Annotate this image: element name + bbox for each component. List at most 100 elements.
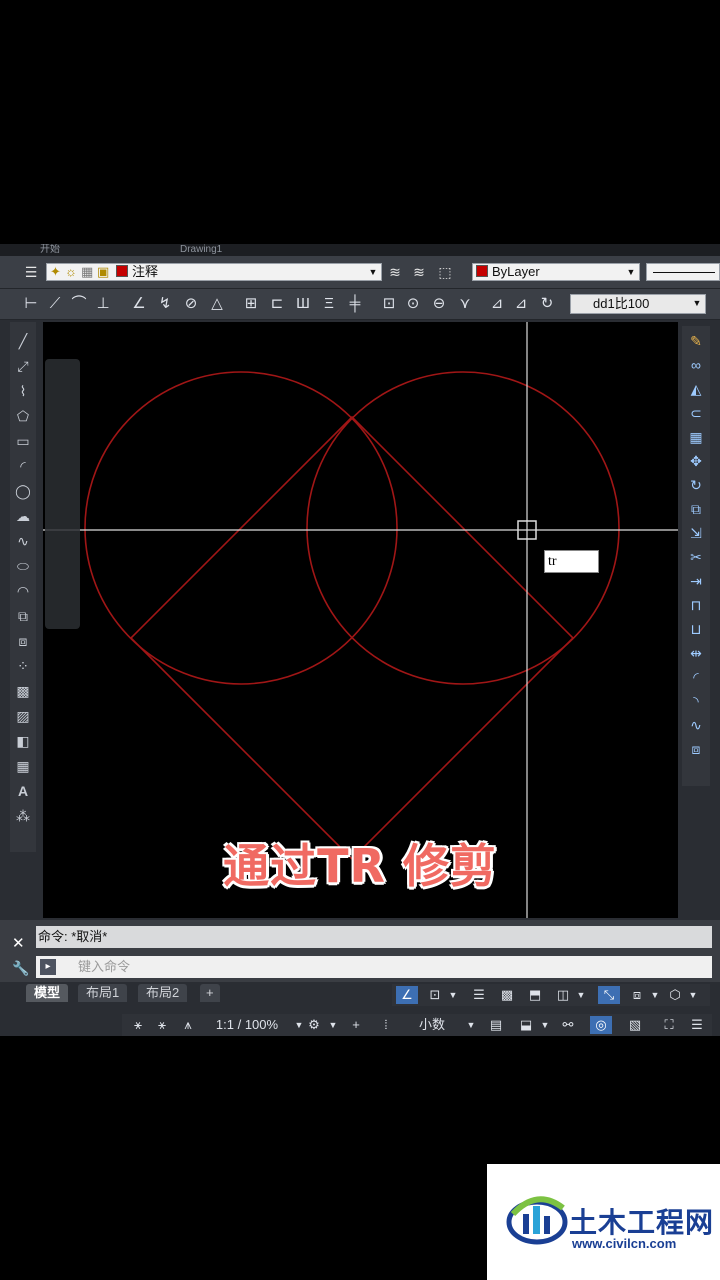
explode-icon[interactable]: ⧈: [687, 740, 705, 758]
tab-layout1[interactable]: 布局1: [78, 984, 128, 1002]
dynamic-ucs-icon[interactable]: ⤡: [598, 986, 620, 1004]
region-icon[interactable]: ◧: [14, 732, 32, 750]
dim-style-dropdown[interactable]: dd1比100 ▼: [570, 294, 706, 314]
annotation-visibility-icon[interactable]: ⚹: [128, 1016, 148, 1034]
angular-dim-icon[interactable]: △: [208, 295, 226, 313]
isolate-objects-icon[interactable]: ⚯: [558, 1016, 578, 1034]
chevron-down-icon[interactable]: ▼: [448, 986, 458, 1004]
quick-properties-icon[interactable]: ▤: [486, 1016, 506, 1034]
jogged-linear-icon[interactable]: ⋎: [456, 295, 474, 313]
continue-dim-icon[interactable]: Ш: [294, 295, 312, 313]
aligned-dim-icon[interactable]: ⟋: [46, 295, 64, 313]
tab-drawing1[interactable]: Drawing1: [180, 244, 222, 256]
command-input[interactable]: 键入命令: [36, 956, 712, 978]
annotation-scale-icon[interactable]: ⩚: [178, 1016, 198, 1034]
arc-icon[interactable]: ◜: [14, 457, 32, 475]
join-icon[interactable]: ⇹: [687, 644, 705, 662]
spline-icon[interactable]: ∿: [14, 532, 32, 550]
ortho-icon[interactable]: ∠: [396, 986, 418, 1004]
offset-icon[interactable]: ⊂: [687, 404, 705, 422]
chevron-down-icon[interactable]: ▼: [576, 986, 586, 1004]
make-block-icon[interactable]: ⧈: [14, 632, 32, 650]
hatch-icon[interactable]: ▩: [14, 682, 32, 700]
break-icon[interactable]: ⊔: [687, 620, 705, 638]
array-icon[interactable]: ▦: [687, 428, 705, 446]
lineweight-icon[interactable]: ☰: [468, 986, 490, 1004]
ellipse-icon[interactable]: ⬭: [14, 557, 32, 575]
inspect-icon[interactable]: ⊖: [430, 295, 448, 313]
rectangle-icon[interactable]: ▭: [14, 432, 32, 450]
center-mark-icon[interactable]: ⊙: [404, 295, 422, 313]
linear-dim-icon[interactable]: ⊢: [22, 295, 40, 313]
dim-update-icon[interactable]: ↻: [538, 295, 556, 313]
table-icon[interactable]: ▦: [14, 757, 32, 775]
chevron-down-icon[interactable]: ▼: [688, 986, 698, 1004]
wrench-icon[interactable]: 🔧: [12, 960, 29, 977]
line-icon[interactable]: ╱: [14, 332, 32, 350]
menu-icon[interactable]: ☰: [686, 1016, 708, 1034]
break-dim-icon[interactable]: ╪: [346, 295, 364, 313]
chevron-down-icon[interactable]: ▼: [294, 1016, 304, 1034]
tolerance-icon[interactable]: ⊡: [380, 295, 398, 313]
add-layout-icon[interactable]: +: [200, 984, 220, 1002]
copy-icon[interactable]: ∞: [687, 356, 705, 374]
ordinate-dim-icon[interactable]: ⊥: [94, 295, 112, 313]
annotation-monitor-icon[interactable]: ⬡: [664, 986, 686, 1004]
diameter-dim-icon[interactable]: ⊘: [182, 295, 200, 313]
blend-curves-icon[interactable]: ∿: [687, 716, 705, 734]
dynamic-input-box[interactable]: tr: [544, 550, 599, 573]
circle-icon[interactable]: ◯: [14, 482, 32, 500]
rotate-icon[interactable]: ↻: [687, 476, 705, 494]
lock-ui-icon[interactable]: ⬓: [516, 1016, 536, 1034]
chamfer-icon[interactable]: ◜: [687, 668, 705, 686]
tab-layout2[interactable]: 布局2: [138, 984, 188, 1002]
tab-start[interactable]: 开始: [40, 244, 60, 256]
ellipse-arc-icon[interactable]: ◠: [14, 582, 32, 600]
polar-icon[interactable]: ⊡: [424, 986, 446, 1004]
color-dropdown[interactable]: ByLayer ▼: [472, 263, 640, 281]
revision-cloud-icon[interactable]: ☁: [14, 507, 32, 525]
point-icon[interactable]: ⁘: [14, 657, 32, 675]
chevron-down-icon[interactable]: ▼: [691, 295, 703, 311]
fullscreen-icon[interactable]: ⛶: [658, 1016, 680, 1034]
floating-tool-palette[interactable]: [45, 359, 80, 629]
layer-match-icon[interactable]: ≋: [410, 263, 428, 281]
clean-screen-icon[interactable]: ▧: [624, 1016, 646, 1034]
insert-block-icon[interactable]: ⧉: [14, 607, 32, 625]
baseline-dim-icon[interactable]: ⊏: [268, 295, 286, 313]
quick-dim-icon[interactable]: ⊞: [242, 295, 260, 313]
selection-cycling-icon[interactable]: ⬒: [524, 986, 546, 1004]
chevron-down-icon[interactable]: ▼: [466, 1016, 476, 1034]
layer-properties-icon[interactable]: ☰: [22, 263, 40, 281]
dim-edit-icon[interactable]: ⊿: [488, 295, 506, 313]
layer-previous-icon[interactable]: ⬚: [436, 263, 454, 281]
scale-icon[interactable]: ⧉: [687, 500, 705, 518]
chevron-down-icon[interactable]: ▼: [328, 1016, 338, 1034]
units-value[interactable]: 小数: [402, 1016, 462, 1034]
annotation-scale-value[interactable]: 1:1 / 100%: [202, 1016, 292, 1034]
linetype-dropdown[interactable]: [646, 263, 720, 281]
multiline-text-icon[interactable]: A: [14, 782, 32, 800]
layer-dropdown[interactable]: ✦ ☼ ▦ ▣ 注释 ▼: [46, 263, 382, 281]
erase-icon[interactable]: ✎: [687, 332, 705, 350]
3d-osnap-icon[interactable]: ◫: [552, 986, 574, 1004]
stretch-icon[interactable]: ⇲: [687, 524, 705, 542]
tab-model[interactable]: 模型: [26, 984, 69, 1002]
fillet-icon[interactable]: ◝: [687, 692, 705, 710]
add-selected-icon[interactable]: ⁂: [14, 807, 32, 825]
hardware-acceleration-icon[interactable]: ◎: [590, 1016, 612, 1034]
gradient-icon[interactable]: ▨: [14, 707, 32, 725]
gizmo-icon[interactable]: ⧈: [626, 986, 648, 1004]
jogged-dim-icon[interactable]: ↯: [156, 295, 174, 313]
extend-icon[interactable]: ⇥: [687, 572, 705, 590]
auto-scale-icon[interactable]: ⚹: [152, 1016, 172, 1034]
chevron-down-icon[interactable]: ▼: [650, 986, 660, 1004]
transparency-icon[interactable]: ▩: [496, 986, 518, 1004]
command-prompt-icon[interactable]: ▸: [40, 959, 56, 975]
radius-dim-icon[interactable]: ∠: [130, 295, 148, 313]
units-icon[interactable]: ⦙: [376, 1016, 396, 1034]
plus-icon[interactable]: +: [346, 1016, 366, 1034]
chevron-down-icon[interactable]: ▼: [367, 264, 379, 280]
polyline-icon[interactable]: ⌇: [14, 382, 32, 400]
space-dim-icon[interactable]: Ξ: [320, 295, 338, 313]
